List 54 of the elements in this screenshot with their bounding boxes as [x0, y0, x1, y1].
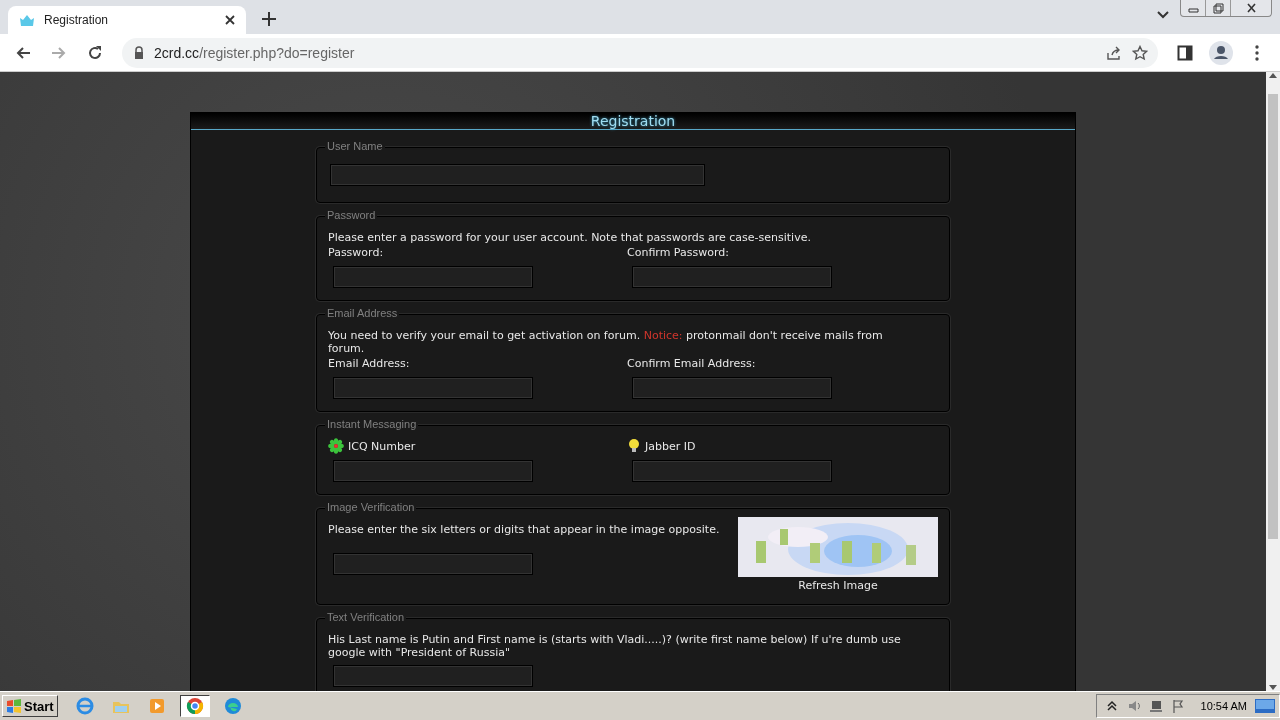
address-bar[interactable]: 2crd.cc/register.php?do=register [122, 37, 1158, 68]
edge-icon[interactable] [223, 697, 242, 715]
crown-icon [18, 13, 36, 27]
flag-icon[interactable] [1170, 699, 1185, 713]
input-field[interactable] [333, 377, 533, 399]
menu-icon[interactable] [1255, 44, 1259, 61]
star-icon[interactable] [1132, 44, 1148, 61]
share-icon[interactable] [1106, 44, 1122, 61]
chevron-icon[interactable] [1156, 10, 1170, 20]
browser-tab[interactable]: Registration [8, 6, 246, 34]
taskbar-button[interactable] [179, 695, 210, 717]
section-legend: Image Verification [325, 501, 417, 513]
input-field[interactable] [632, 377, 832, 399]
section-legend: Password [325, 209, 378, 221]
chrome-icon[interactable] [185, 697, 204, 715]
lightbulb-icon [627, 438, 641, 454]
flower-icon [328, 438, 344, 454]
lock-icon [134, 46, 144, 59]
help-text: Please enter the six letters or digits that appear in the image opposite. [328, 523, 720, 536]
input-field[interactable] [632, 266, 832, 288]
input-field[interactable] [333, 460, 533, 482]
input-field[interactable] [632, 460, 832, 482]
ie-icon[interactable] [75, 697, 94, 715]
url-text: 2crd.cc/register.php?do=register [154, 44, 356, 61]
input-field[interactable] [333, 266, 533, 288]
section-legend: Email Address [325, 307, 400, 319]
field-label: Email Address: [328, 357, 411, 371]
section-legend: Text Verification [325, 611, 407, 623]
section-legend: User Name [325, 140, 385, 152]
network-icon[interactable] [1148, 699, 1163, 713]
speaker-icon[interactable] [1126, 699, 1141, 713]
field-label: Jabber ID [645, 440, 696, 454]
field-label: Password: [328, 246, 385, 260]
section-legend: Instant Messaging [325, 418, 419, 430]
start-button[interactable]: Start [2, 695, 58, 717]
input-field[interactable] [330, 164, 705, 186]
close-icon[interactable] [224, 14, 236, 26]
windows-flag-icon [6, 699, 22, 713]
help-text: His Last name is Putin and First name is (starts with Vladi.....)? (write first name below) If u're dumb use google with "President of Russia" [328, 633, 902, 659]
page-title: Registration [191, 113, 1075, 130]
field-label: Confirm Email Address: [627, 357, 757, 371]
help-text: Please enter a password for your user account. Note that passwords are case-sensitive. [328, 231, 812, 244]
media-player-icon[interactable] [147, 697, 166, 715]
field-label: ICQ Number [348, 440, 416, 454]
new-tab-button[interactable] [260, 10, 278, 28]
reload-icon[interactable] [86, 43, 104, 62]
help-text: You need to verify your email to get activation on forum. Notice: protonmail don't receive mails from forum. [328, 329, 884, 355]
field-label: Confirm Password: [627, 246, 730, 260]
input-field[interactable] [333, 553, 533, 575]
input-field[interactable] [333, 665, 533, 687]
show-desktop-icon[interactable] [1255, 699, 1275, 713]
clock: 10:54 AM [1200, 700, 1247, 712]
side-panel-icon[interactable] [1177, 44, 1193, 61]
refresh-image-link[interactable]: Refresh Image [798, 579, 878, 592]
